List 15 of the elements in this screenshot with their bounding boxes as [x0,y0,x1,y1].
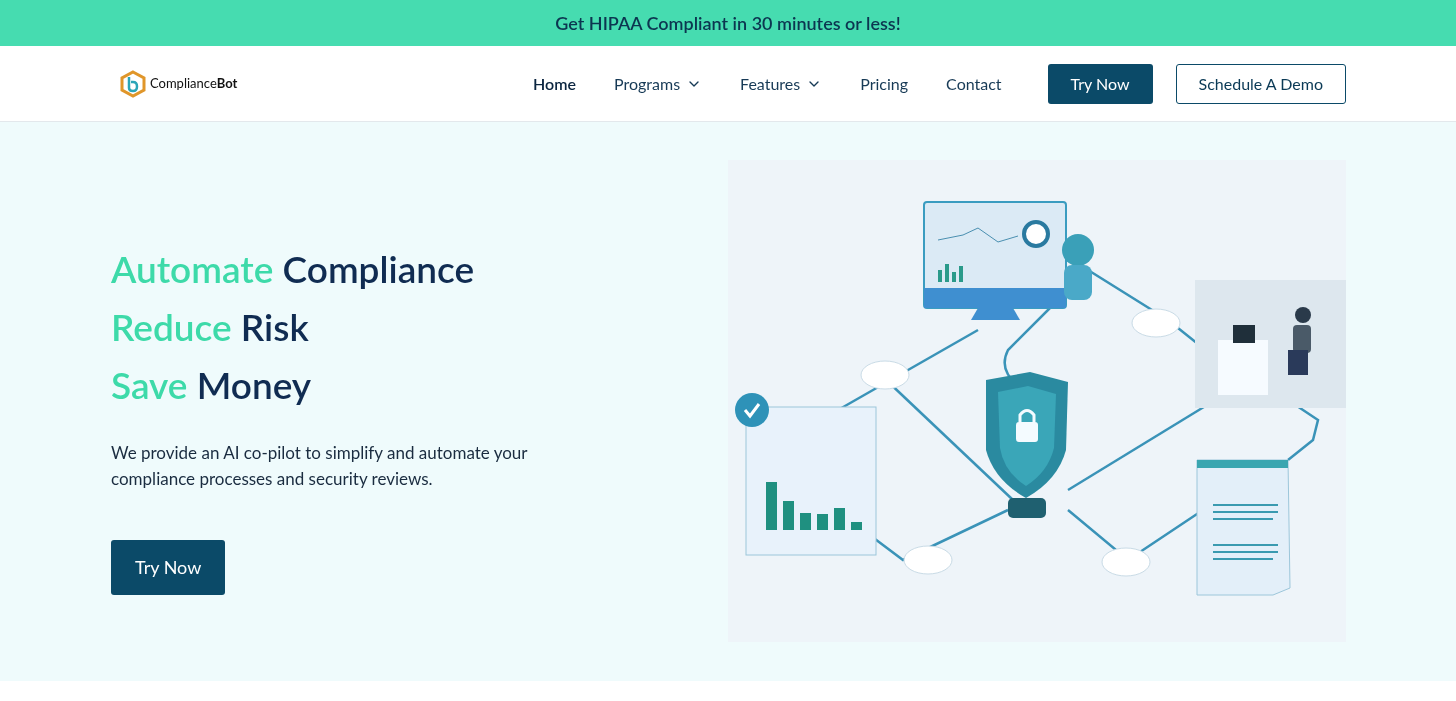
nav-link[interactable]: Programs [614,71,703,96]
announcement-text: Get HIPAA Compliant in 30 minutes or less! [555,10,901,36]
hero-description: We provide an AI co-pilot to simplify and automate your compliance processes and security reviews. [111,441,529,491]
hero-headline: Automate Compliance [111,245,476,293]
logo-wordmark[interactable]: ComplianceBot [150,73,238,94]
nav-link[interactable]: Home [533,71,576,96]
try-now-button[interactable]: Try Now [1047,63,1153,104]
hero-try-now-button[interactable]: Try Now [111,540,226,595]
hero-headline: Save Money [111,361,313,409]
logo-icon [120,69,146,98]
nav-link[interactable]: Contact [946,71,1002,96]
nav-link[interactable]: Pricing [860,71,909,96]
schedule-demo-button[interactable]: Schedule A Demo [1175,63,1346,104]
nav-link[interactable]: Features [740,71,823,96]
hero-headline: Reduce Risk [111,303,310,351]
